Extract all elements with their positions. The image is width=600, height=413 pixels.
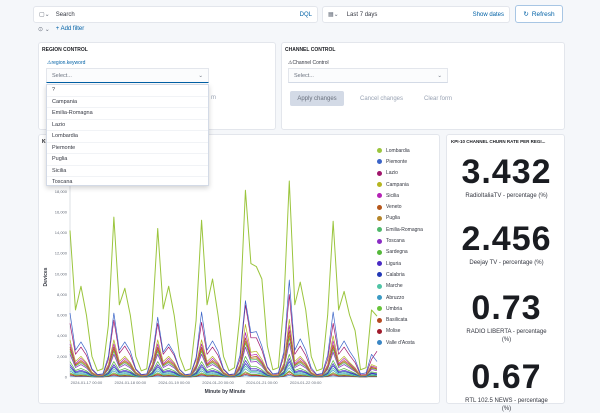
legend-label: Sicilia [386,192,400,199]
y-axis-title: Devices [43,267,49,286]
kpi-label: RTL 102.5 NEWS - percentage (%) [465,398,548,412]
legend-swatch [377,159,382,165]
legend-swatch [377,193,382,199]
chart-legend: Lombardia Piemonte Lazio Campania Sicilia Ven… [377,145,423,348]
kpi-value: 2.456 [461,220,552,258]
y-tick-label: 6,000 [57,313,68,318]
region-option[interactable]: Lombardia [47,131,208,143]
x-tick-label: 2024-01-17 00:00 [71,380,103,385]
legend-swatch [377,215,382,221]
legend-item[interactable]: Veneto [377,201,423,212]
legend-label: Basilicata [386,317,408,324]
region-option[interactable]: Toscana [47,177,208,185]
legend-label: Abruzzo [386,294,405,301]
legend-swatch [377,261,382,267]
kpi-label: RADIO LIBERTA - percentage (%) [466,329,547,343]
x-tick-label: 2024-01-22 00:00 [290,380,322,385]
legend-item[interactable]: Lombardia [377,145,423,156]
kpi-panel-title: KPI-10 CHANNEL CHURN RATE PER REGI... [451,139,546,144]
legend-label: Toscana [386,238,405,245]
legend-item[interactable]: Campania [377,179,423,190]
kpi-metric: 0.73 RADIO LIBERTA - percentage (%) [447,289,566,344]
region-option[interactable]: Campania [47,97,208,108]
kpi-metric: 0.67 RTL 102.5 NEWS - percentage (%) [447,358,566,413]
legend-swatch [377,295,382,300]
legend-label: Campania [386,181,409,188]
legend-item[interactable]: Toscana [377,235,423,246]
region-option[interactable]: Puglia [47,154,208,166]
legend-swatch [377,340,382,346]
legend-item[interactable]: Sicilia [377,190,423,201]
region-option[interactable]: Lazio [47,120,208,131]
region-option[interactable]: Piemonte [47,143,208,154]
legend-label: Sardegna [386,249,408,256]
series-line-lombardia [69,180,378,372]
legend-item[interactable]: Liguria [377,258,423,269]
legend-label: Veneto [386,204,402,211]
legend-item[interactable]: Valle d'Aosta [377,337,423,348]
region-option[interactable]: Sicilia [47,166,208,177]
region-options-list: ? Campania Emilia-Romagna Lazio Lombardia Pie… [46,84,209,186]
series-line-lazio [69,294,378,376]
legend-label: Liguria [386,260,402,267]
legend-item[interactable]: Sardegna [377,247,423,258]
x-tick-label: 2024-01-20 00:00 [202,380,234,385]
legend-item[interactable]: Lazio [377,168,423,179]
legend-label: Umbria [386,305,403,312]
x-tick-label: 2024-01-18 00:00 [115,380,147,385]
legend-swatch [377,272,382,278]
region-option[interactable]: Emilia-Romagna [47,108,208,120]
y-tick-label: 0 [65,375,68,380]
legend-item[interactable]: Piemonte [377,156,423,167]
legend-swatch [377,306,382,312]
kpi-metric: 3.432 RadioItaliaTV - percentage (%) [447,153,566,200]
legend-label: Calabria [386,271,405,278]
legend-label: Emilia-Romagna [386,226,423,233]
legend-swatch [377,328,382,334]
legend-label: Marche [386,283,403,290]
legend-swatch [377,170,382,176]
kpi-value: 0.73 [471,289,542,327]
x-tick-label: 2024-01-19 00:00 [158,380,190,385]
y-tick-label: 2,000 [57,354,68,359]
legend-item[interactable]: Marche [377,281,423,292]
y-tick-label: 4,000 [57,333,68,338]
legend-label: Piemonte [386,158,408,165]
legend-label: Puglia [386,215,400,222]
legend-item[interactable]: Calabria [377,269,423,280]
kpi-label: Deejay TV - percentage (%) [469,260,544,266]
legend-item[interactable]: Basilicata [377,314,423,325]
kpi-value: 3.432 [461,153,552,191]
legend-label: Lombardia [386,147,410,154]
legend-swatch [377,182,382,188]
legend-swatch [377,204,382,210]
legend-swatch [377,148,382,154]
region-option[interactable]: ? [47,85,208,97]
kpi-value: 0.67 [471,358,542,396]
legend-label: Lazio [386,170,398,177]
kpi-metric: 2.456 Deejay TV - percentage (%) [447,220,566,267]
legend-item[interactable]: Emilia-Romagna [377,224,423,235]
legend-label: Valle d'Aosta [386,339,415,346]
y-tick-label: 12,000 [55,251,68,256]
legend-item[interactable]: Abruzzo [377,292,423,303]
y-tick-label: 8,000 [57,292,68,297]
legend-item[interactable]: Molise [377,326,423,337]
legend-label: Molise [386,328,401,335]
x-axis-title: Minute by Minute [205,389,246,395]
legend-item[interactable]: Puglia [377,213,423,224]
y-tick-label: 14,000 [55,230,68,235]
legend-item[interactable]: Umbria [377,303,423,314]
y-tick-label: 16,000 [55,209,68,214]
y-tick-label: 18,000 [55,189,68,194]
legend-swatch [377,317,382,323]
legend-swatch [377,227,382,233]
x-tick-label: 2024-01-21 00:00 [246,380,278,385]
legend-swatch [377,283,382,289]
y-tick-label: 10,000 [55,271,68,276]
legend-swatch [377,249,382,255]
kpi-label: RadioItaliaTV - percentage (%) [465,193,548,199]
kpi-panel: KPI-10 CHANNEL CHURN RATE PER REGI... 3.… [446,134,566,412]
legend-swatch [377,238,382,244]
